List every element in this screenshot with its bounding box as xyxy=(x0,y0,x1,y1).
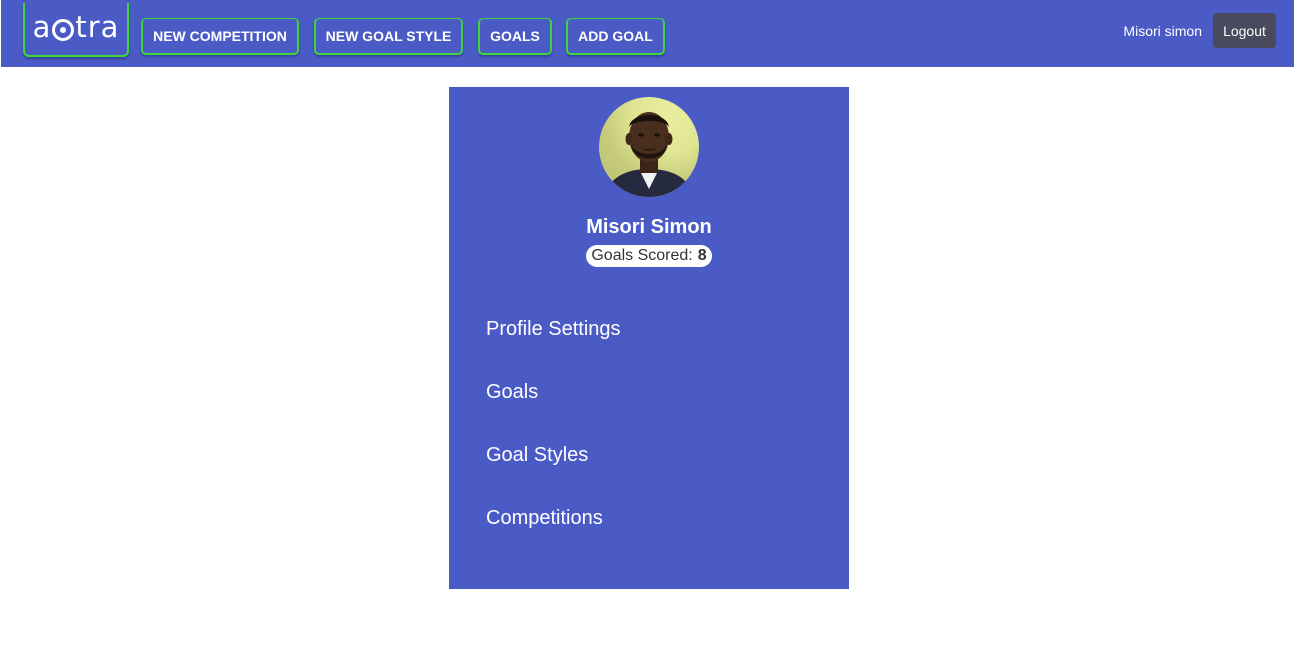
profile-name: Misori Simon xyxy=(586,216,712,238)
goals-scored-badge: Goals Scored: 8 xyxy=(586,245,712,267)
goals-scored-label: Goals Scored: xyxy=(591,247,693,264)
logo: a tra xyxy=(33,10,120,44)
new-goal-style-button[interactable]: NEW GOAL STYLE xyxy=(314,18,463,55)
logo-link[interactable]: a tra xyxy=(23,3,129,57)
top-navbar: a tra NEW COMPETITION NEW GOAL STYLE GOAL… xyxy=(1,0,1294,67)
logout-button[interactable]: Logout xyxy=(1213,13,1276,48)
goals-nav-button[interactable]: GOALS xyxy=(478,18,552,55)
menu-item-profile-settings[interactable]: Profile Settings xyxy=(486,318,621,341)
avatar xyxy=(599,97,699,197)
menu-item-goals[interactable]: Goals xyxy=(486,381,538,404)
logo-text-end: tra xyxy=(75,10,120,44)
menu-item-competitions[interactable]: Competitions xyxy=(486,507,603,530)
user-photo-icon xyxy=(604,112,694,197)
goals-scored-value: 8 xyxy=(697,247,707,264)
logo-text-start: a xyxy=(32,10,52,44)
new-competition-button[interactable]: NEW COMPETITION xyxy=(141,18,299,55)
add-goal-button[interactable]: ADD GOAL xyxy=(566,18,665,55)
logo-ball-icon xyxy=(52,19,75,41)
profile-card: Misori Simon Goals Scored: 8 Profile Set… xyxy=(449,87,849,589)
menu-item-goal-styles[interactable]: Goal Styles xyxy=(486,444,588,467)
current-user-name: Misori simon xyxy=(1123,23,1202,39)
